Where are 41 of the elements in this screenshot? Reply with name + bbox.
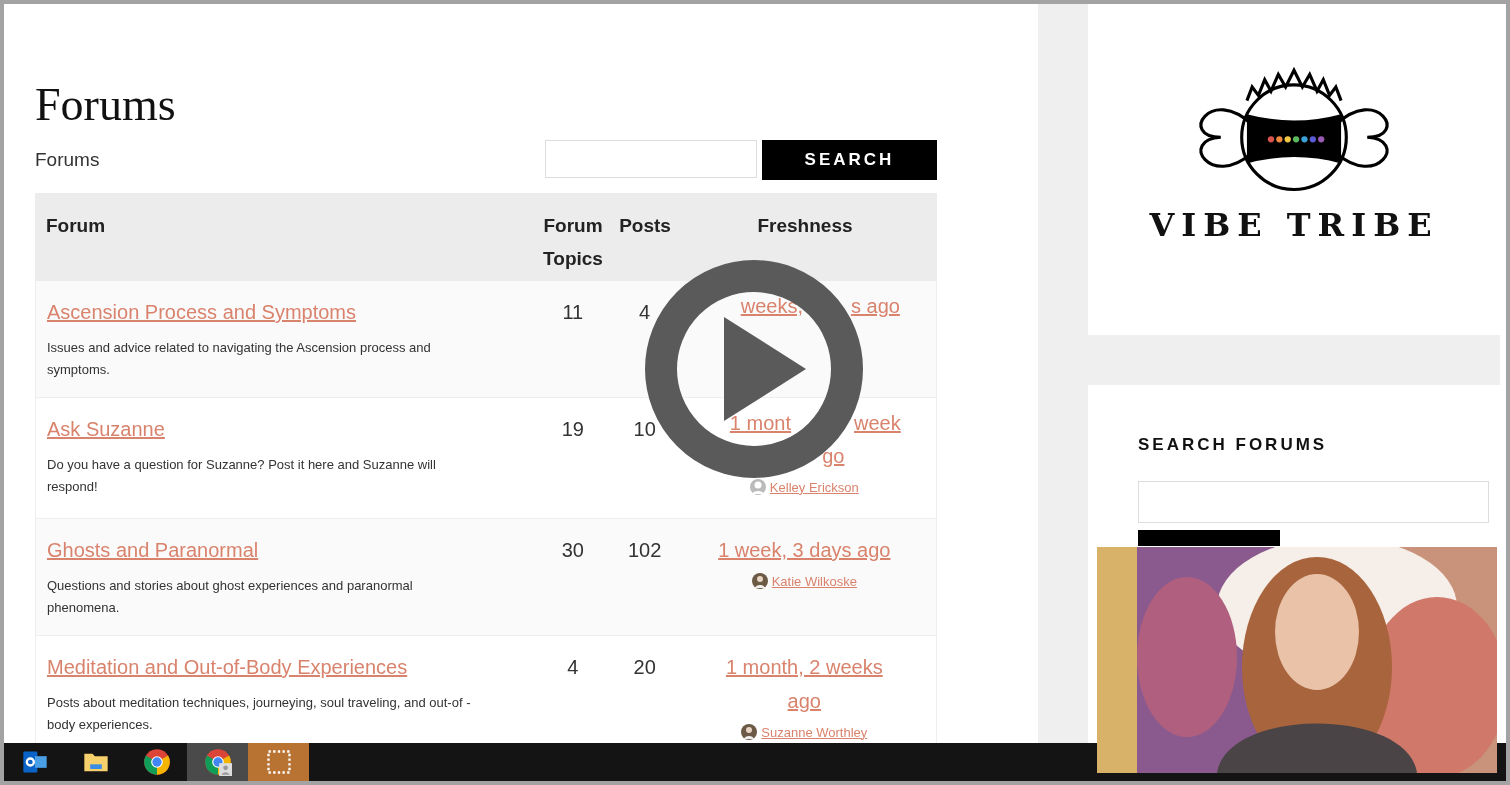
breadcrumb[interactable]: Forums (35, 149, 100, 171)
freshness-link[interactable]: 1 week, 3 days ago (718, 533, 891, 567)
post-count: 4 (638, 300, 652, 325)
author-link[interactable]: Kelley Erickson (769, 479, 859, 495)
post-count: 102 (626, 538, 663, 563)
forum-link[interactable]: Ascension Process and Symptoms (47, 301, 357, 323)
browser-user-icon (203, 748, 232, 776)
logo-text: VIBE TRIBE (1149, 206, 1439, 244)
column-header: Freshness (756, 214, 854, 238)
search-button[interactable]: SEARCH (762, 140, 937, 180)
search-field[interactable] (1138, 481, 1489, 523)
freshness-link[interactable]: go (822, 445, 845, 467)
forum-description: Questions and stories about ghost experiences and paranormal phenomena. (47, 577, 414, 617)
forum-description: Issues and advice related to navigating the Ascension process and symptoms. (47, 339, 432, 379)
post-count: 20 (632, 655, 657, 680)
author-link[interactable]: Suzanne Worthley (761, 724, 868, 740)
widget-title: SEARCH FORUMS (1138, 435, 1328, 455)
forum-link[interactable]: Ghosts and Paranormal (47, 539, 259, 561)
author-link[interactable]: Katie Wilkoske (771, 573, 857, 589)
column-header: Forum Topics (542, 214, 604, 271)
column-header: Posts (618, 214, 672, 238)
topic-count: 11 (561, 300, 585, 325)
taskbar-button[interactable] (187, 743, 248, 781)
freshness-link[interactable]: 1 month, 2 weeks ago (709, 650, 900, 718)
forum-description: Posts about meditation techniques, journeying, soul traveling, and out-of - body experiences. (47, 694, 472, 734)
search-field[interactable] (545, 140, 757, 178)
topic-count: 19 (560, 417, 585, 442)
forum-link[interactable]: Ask Suzanne (47, 418, 165, 440)
topic-count: 4 (566, 655, 580, 680)
freshness-link[interactable]: s ago (850, 295, 900, 317)
page-title: Forums (35, 78, 176, 132)
topic-count: 30 (560, 538, 585, 563)
forum-link[interactable]: Meditation and Out-of-Body Experiences (47, 656, 408, 678)
selection-icon (264, 748, 293, 776)
freshness-link[interactable]: week (854, 412, 901, 434)
browser-icon (142, 748, 171, 776)
column-header: Forum (45, 214, 107, 238)
post-count: 10 (632, 417, 657, 442)
forum-description: Do you have a question for Suzanne? Post it here and Suzanne will respond! (47, 456, 437, 496)
freshness-link[interactable]: 1 mont (729, 412, 791, 434)
freshness-link[interactable]: weeks, (740, 295, 803, 317)
